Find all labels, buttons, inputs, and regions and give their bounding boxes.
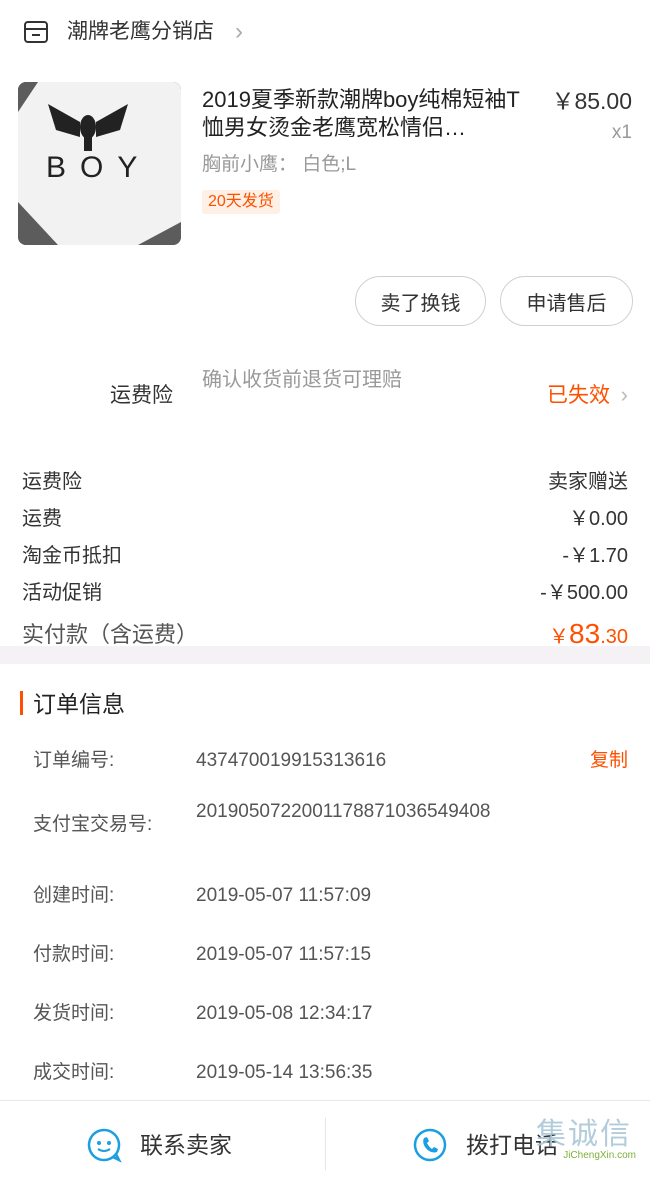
order-number-value: 437470019915313616 — [196, 750, 387, 771]
copy-button[interactable]: 复制 — [590, 747, 628, 775]
shipped-time-value: 2019-05-08 12:34:17 — [196, 1003, 373, 1024]
sell-button[interactable]: 卖了换钱 — [355, 276, 486, 326]
chevron-right-icon[interactable]: › — [621, 379, 628, 411]
shop-icon — [22, 18, 50, 46]
order-number-label: 订单编号: — [33, 750, 115, 771]
total-integer: 83 — [569, 618, 601, 649]
fee-value: ￥0.00 — [569, 508, 628, 530]
paid-time-value: 2019-05-07 11:57:15 — [196, 944, 372, 965]
product-title[interactable]: 2019夏季新款潮牌boy纯棉短袖T恤男女烫金老鹰宽松情侣… — [202, 86, 532, 142]
product-image[interactable]: BOY — [18, 82, 181, 245]
alipay-trade-label: 支付宝交易号: — [33, 814, 153, 835]
after-sale-button[interactable]: 申请售后 — [500, 276, 633, 326]
created-time-value: 2019-05-07 11:57:09 — [196, 885, 372, 906]
fee-label: 淘金币抵扣 — [22, 545, 122, 567]
order-info-title: 订单信息 — [33, 691, 125, 717]
fee-value: -￥500.00 — [540, 582, 628, 604]
fee-value: 卖家赠送 — [548, 471, 628, 493]
svg-text:BOY: BOY — [46, 151, 151, 184]
bottom-divider — [325, 1118, 326, 1170]
total-decimal: .30 — [600, 626, 628, 648]
phone-icon — [412, 1127, 448, 1163]
contact-seller-button[interactable]: 联系卖家 — [86, 1127, 232, 1163]
completed-time-value: 2019-05-14 13:56:35 — [196, 1062, 373, 1083]
product-sku: 胸前小鹰： 白色;L — [202, 154, 357, 175]
product-quantity: x1 — [611, 122, 632, 143]
fee-label: 运费 — [22, 508, 62, 530]
insurance-description: 确认收货前退货可理赔 — [202, 369, 402, 391]
fee-label: 活动促销 — [22, 582, 102, 604]
contact-seller-label: 联系卖家 — [140, 1132, 232, 1158]
completed-time-label: 成交时间: — [33, 1062, 115, 1083]
fee-label: 运费险 — [22, 471, 82, 493]
insurance-status[interactable]: 已失效 — [547, 380, 610, 412]
section-divider — [0, 646, 650, 664]
insurance-label: 运费险 — [110, 384, 173, 407]
section-accent-bar — [20, 691, 23, 715]
shipped-time-label: 发货时间: — [33, 1003, 115, 1024]
created-time-label: 创建时间: — [33, 885, 115, 906]
fee-value: -￥1.70 — [562, 545, 628, 567]
chevron-right-icon[interactable]: › — [235, 16, 243, 48]
shop-name[interactable]: 潮牌老鹰分销店 — [67, 14, 214, 50]
watermark-text: JiChengXin.com — [563, 1150, 636, 1161]
product-price: ￥85.00 — [551, 88, 632, 114]
watermark-logo: 集诚信 — [536, 1118, 632, 1151]
currency-symbol: ￥ — [549, 626, 570, 648]
paid-time-label: 付款时间: — [33, 944, 115, 965]
chat-bubble-icon — [86, 1127, 122, 1163]
alipay-trade-value: 2019050722001178871036549408 — [196, 801, 491, 822]
shipping-badge: 20天发货 — [202, 190, 280, 214]
